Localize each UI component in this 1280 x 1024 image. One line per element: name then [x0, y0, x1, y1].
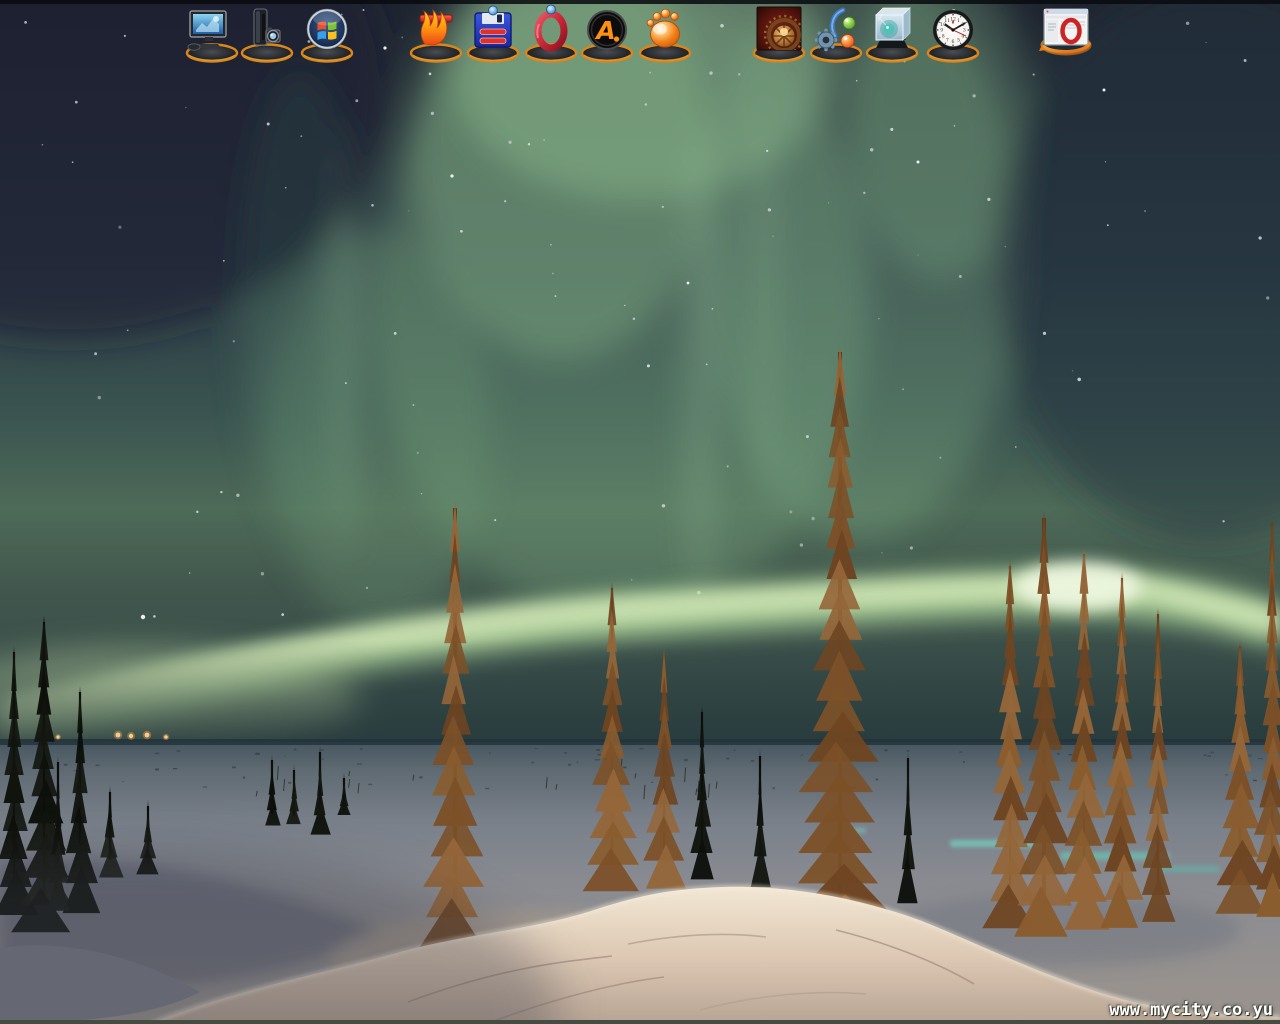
- computer-monitor-icon[interactable]: [183, 2, 241, 66]
- floppy-save-icon[interactable]: [464, 2, 522, 66]
- svg-text:8: 8: [942, 33, 945, 39]
- media-device-camera-icon[interactable]: [238, 2, 296, 66]
- ice-cube-icon[interactable]: [863, 2, 921, 66]
- bottom-edge-strip: [0, 1020, 1280, 1024]
- svg-text:11: 11: [944, 18, 950, 24]
- dock: A 12 1 2 3 4 5 6 7 8 9 10 11: [0, 0, 1280, 70]
- opera-browser-window-icon[interactable]: [1037, 2, 1095, 66]
- watermark: www.mycity.co.yu: [1109, 1000, 1273, 1020]
- analog-clock-icon[interactable]: 12 1 2 3 4 5 6 7 8 9 10 11: [924, 2, 982, 66]
- svg-text:1: 1: [957, 18, 960, 24]
- svg-text:3: 3: [963, 28, 966, 34]
- red-ring-icon[interactable]: [522, 2, 580, 66]
- top-edge-strip: [0, 0, 1280, 4]
- flame-icon[interactable]: [407, 2, 465, 66]
- gear-emblem-game-icon[interactable]: [750, 2, 808, 66]
- svg-text:9: 9: [940, 28, 943, 34]
- svg-text:7: 7: [946, 38, 949, 44]
- wallpaper-scene: [0, 0, 1280, 1024]
- gnome-foot-icon[interactable]: [636, 2, 694, 66]
- svg-text:5: 5: [957, 38, 960, 44]
- gears-spheres-utility-icon[interactable]: [807, 2, 865, 66]
- svg-text:6: 6: [952, 39, 955, 45]
- windows-orb-icon[interactable]: [298, 2, 356, 66]
- svg-text:A: A: [594, 16, 615, 45]
- desktop: A 12 1 2 3 4 5 6 7 8 9 10 11 www.mycity.co.yu: [0, 0, 1280, 1024]
- aimp-player-icon[interactable]: A: [578, 2, 636, 66]
